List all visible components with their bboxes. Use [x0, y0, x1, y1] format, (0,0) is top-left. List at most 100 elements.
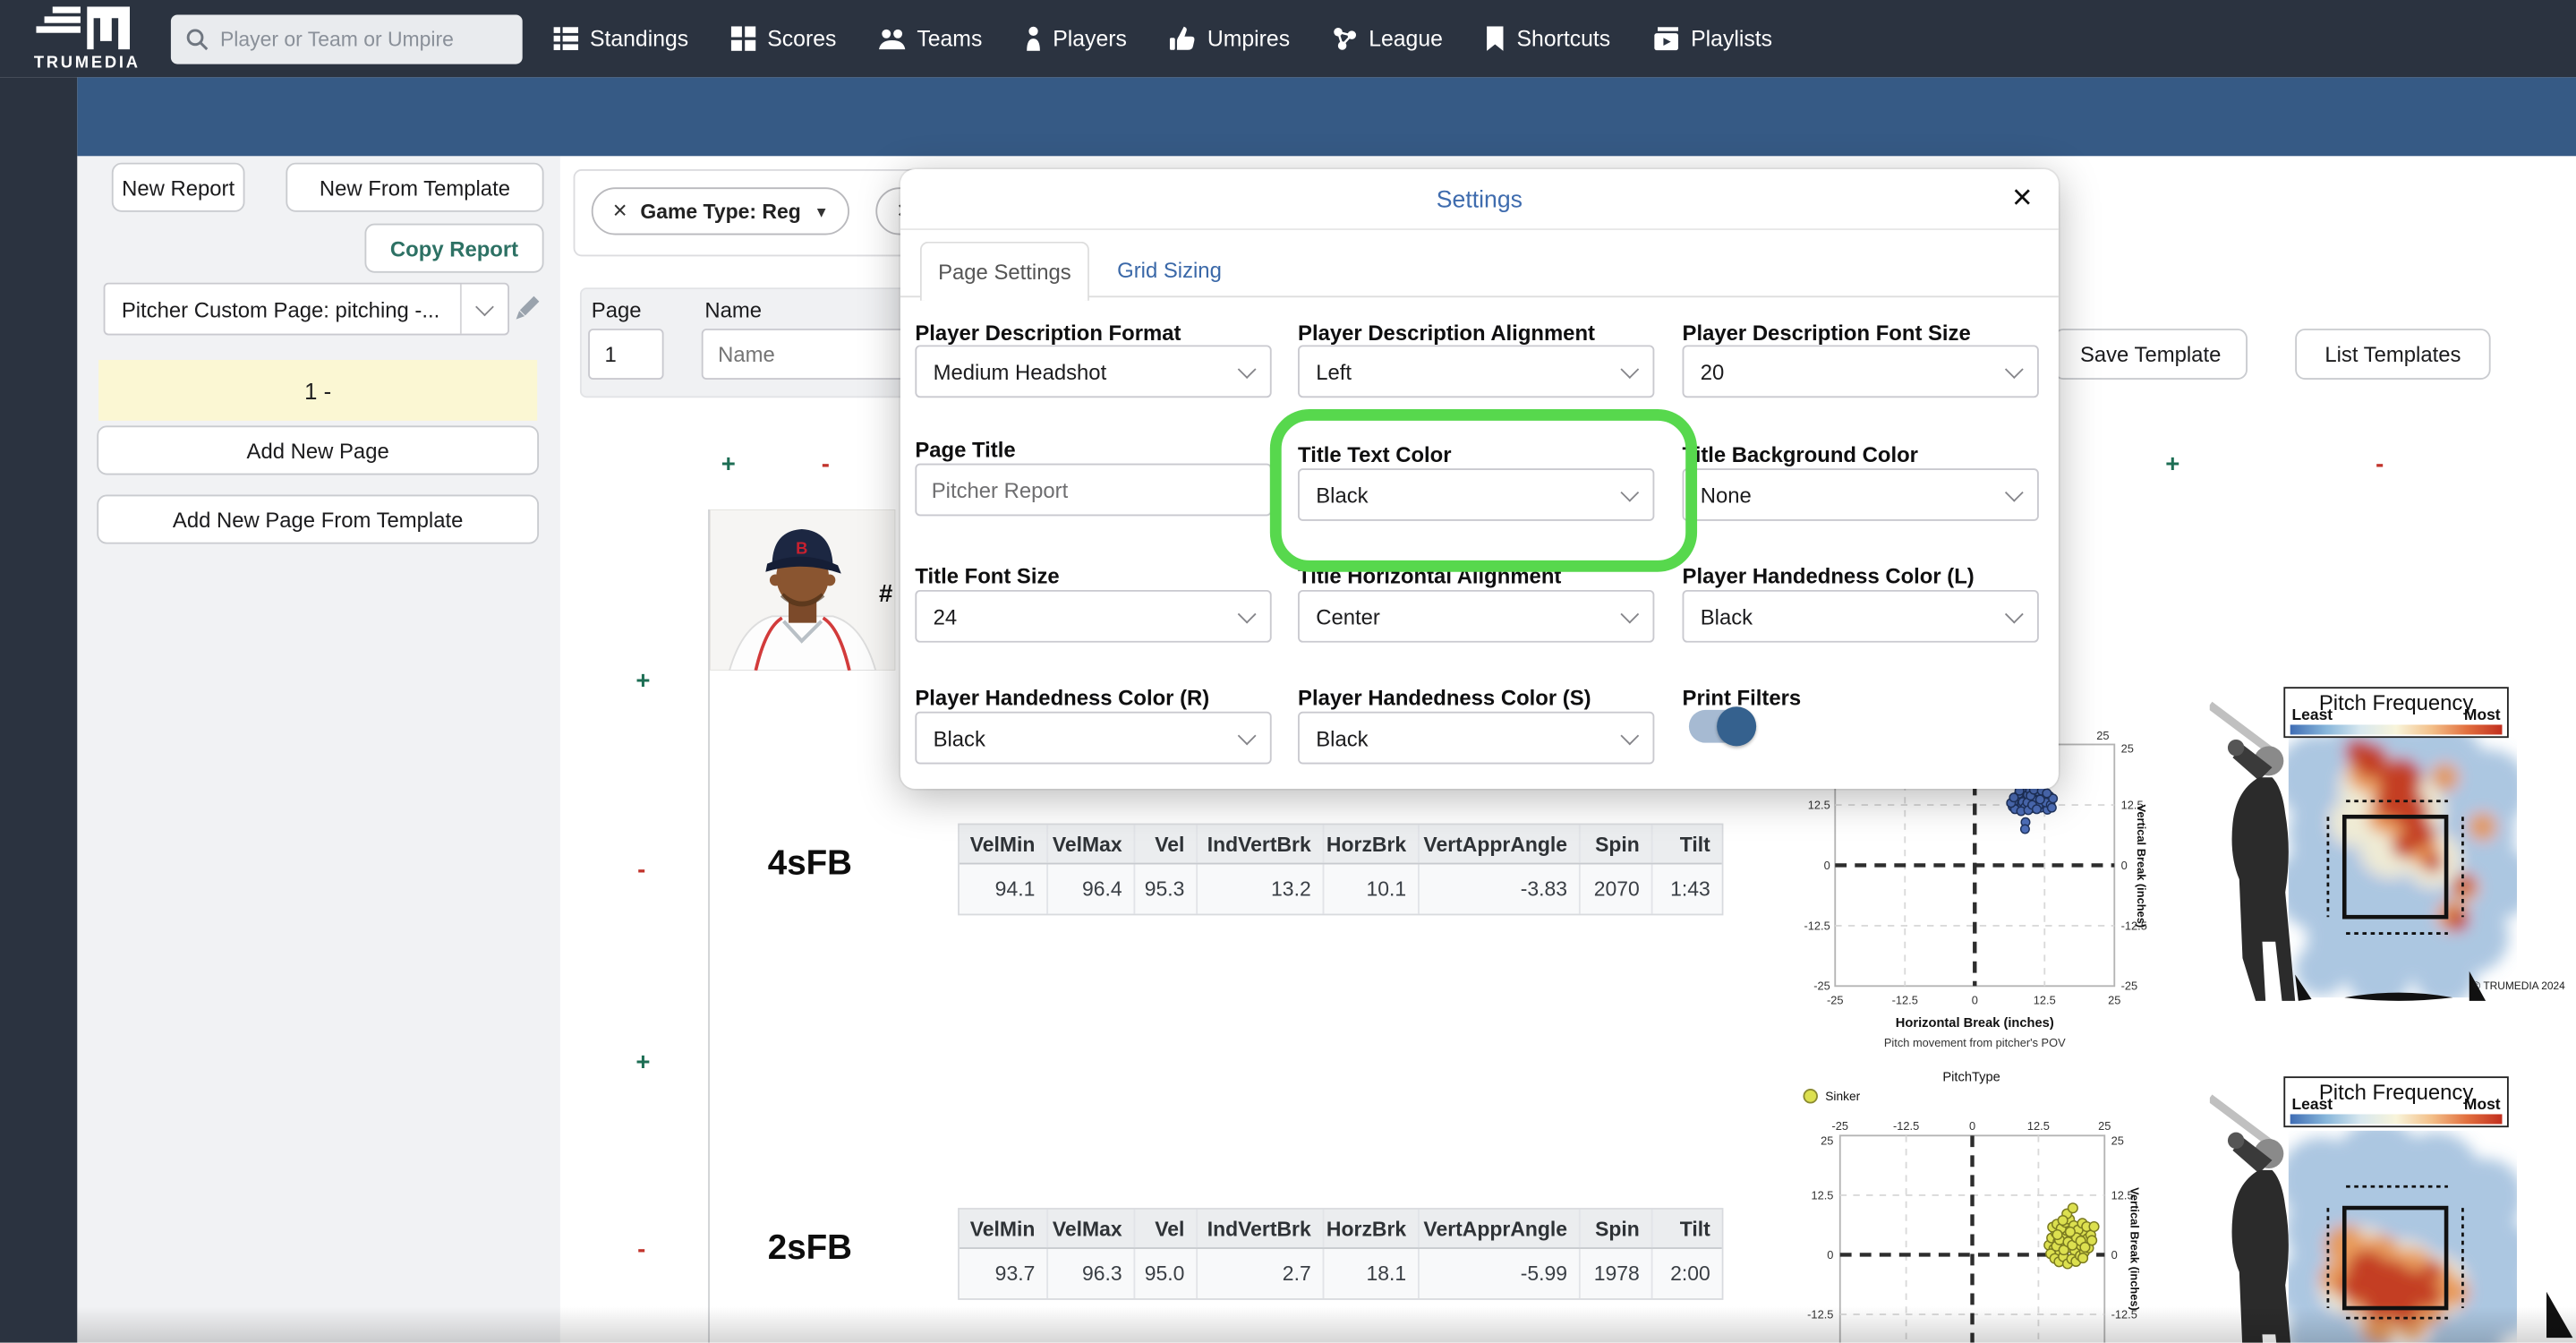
table-header-cell: Spin	[1581, 825, 1653, 863]
add-column-button[interactable]: +	[721, 450, 736, 478]
plot-caption: Pitch movement from pitcher's POV	[1884, 1036, 2066, 1049]
table-value-cell: 94.1	[960, 864, 1049, 914]
tab-grid-sizing[interactable]: Grid Sizing	[1117, 242, 1222, 297]
settings-modal: Settings × Page Settings Grid Sizing Pla…	[900, 169, 2059, 790]
print-filters-toggle[interactable]	[1688, 706, 1757, 747]
table-value-cell: 2070	[1581, 864, 1653, 914]
remove-row-button[interactable]: -	[637, 1236, 645, 1263]
tab-label: Grid Sizing	[1117, 257, 1222, 282]
player-description-font-size-select[interactable]: 20	[1682, 345, 2039, 398]
scale-min-label: Least	[2291, 706, 2333, 725]
new-report-button[interactable]: New Report	[111, 162, 245, 212]
tick-label: 25	[2096, 729, 2109, 742]
add-new-page-label: Add New Page	[246, 438, 389, 463]
table-value-cell: 18.1	[1324, 1248, 1420, 1299]
new-report-label: New Report	[122, 175, 235, 201]
table-header-cell: HorzBrk	[1324, 1209, 1420, 1248]
nav-label: Teams	[917, 26, 983, 51]
nav-item-players[interactable]: Players	[1025, 26, 1127, 51]
remove-row-button[interactable]: -	[637, 856, 645, 884]
nav-item-league[interactable]: League	[1333, 26, 1443, 51]
table-value-cell: 2:00	[1670, 1262, 1710, 1286]
global-search[interactable]: Player or Team or Umpire	[170, 13, 523, 64]
scatter-point	[2051, 1228, 2063, 1241]
nav-label: Scores	[767, 26, 837, 51]
add-row-button[interactable]: +	[635, 1048, 650, 1076]
close-icon[interactable]: ×	[2012, 179, 2033, 218]
select-value: 20	[1700, 359, 1725, 384]
standings-icon	[553, 27, 579, 50]
page-badge[interactable]: 1 -	[98, 359, 538, 421]
field-label: Player Description Format	[915, 320, 1181, 346]
tick-label: 25	[2111, 1133, 2124, 1147]
new-from-template-button[interactable]: New From Template	[286, 162, 544, 212]
report-select[interactable]: Pitcher Custom Page: pitching -...	[103, 282, 510, 336]
copy-report-button[interactable]: Copy Report	[364, 223, 544, 273]
remove-column-button[interactable]: -	[2376, 450, 2384, 478]
tick-label: 12.5	[1808, 799, 1830, 812]
chevron-down-icon	[2004, 604, 2024, 624]
list-templates-button[interactable]: List Templates	[2295, 329, 2491, 381]
scatter-point	[2086, 1235, 2098, 1246]
title-horizontal-alignment-select[interactable]: Center	[1298, 589, 1655, 643]
remove-filter-icon[interactable]: ×	[613, 197, 627, 225]
title-text-color-select[interactable]: Black	[1298, 468, 1655, 521]
add-new-page-button[interactable]: Add New Page	[97, 425, 540, 475]
nav-item-umpires[interactable]: Umpires	[1169, 26, 1290, 51]
player-description-alignment-select[interactable]: Left	[1298, 345, 1655, 398]
field-label: Player Handedness Color (R)	[915, 685, 1210, 710]
nav-item-teams[interactable]: Teams	[879, 26, 982, 51]
field-label: Title Background Color	[1682, 441, 1918, 467]
tick-label: 12.5	[2027, 1119, 2050, 1133]
table-header-cell: Vel	[1135, 825, 1198, 863]
chevron-down-icon	[1237, 604, 1257, 624]
brand-name: TRUMEDIA	[33, 53, 141, 72]
filter-chip-game-type[interactable]: × Game Type: Reg ▼	[591, 187, 850, 235]
player-handedness-color-s-select[interactable]: Black	[1298, 711, 1655, 765]
nav-label: Shortcuts	[1516, 26, 1611, 51]
trumedia-logo[interactable]: TRUMEDIA	[16, 5, 158, 72]
nav-item-standings[interactable]: Standings	[553, 26, 688, 51]
blue-header-bar	[77, 77, 2576, 157]
players-icon	[1026, 26, 1040, 51]
nav-item-playlists[interactable]: Playlists	[1653, 26, 1772, 51]
tick-label: -12.5	[1807, 1308, 1833, 1322]
add-row-button[interactable]: +	[635, 667, 650, 695]
tick-label: 25	[2121, 742, 2134, 756]
table-header-cell: VelMin	[960, 1209, 1049, 1248]
edit-pencil-icon[interactable]	[509, 293, 542, 326]
tick-label: -12.5	[1893, 1119, 1919, 1133]
page-number-input[interactable]	[588, 329, 664, 381]
modal-title: Settings	[1436, 187, 1523, 214]
select-value: Center	[1316, 603, 1380, 629]
add-column-button[interactable]: +	[2165, 450, 2179, 478]
tick-label: -12.5	[1804, 920, 1830, 933]
table-header-cell: Tilt	[1679, 832, 1710, 856]
scores-icon	[730, 26, 756, 51]
page-title-input[interactable]	[915, 463, 1272, 517]
side-rail	[0, 77, 78, 1343]
legend-label: Sinker	[1825, 1090, 1860, 1103]
x-axis-label: Horizontal Break (inches)	[1896, 1016, 2054, 1031]
page-badge-label: 1 -	[304, 377, 332, 404]
scale-min-label: Least	[2291, 1096, 2333, 1115]
nav-item-shortcuts[interactable]: Shortcuts	[1486, 26, 1611, 51]
field-label: Title Font Size	[915, 563, 1060, 589]
add-new-page-from-template-button[interactable]: Add New Page From Template	[97, 494, 540, 544]
save-template-button[interactable]: Save Template	[2053, 329, 2248, 381]
tab-page-settings[interactable]: Page Settings	[919, 241, 1089, 301]
heatmap-legend: Pitch Frequency Least Most	[2283, 687, 2509, 739]
chip-dropdown-icon[interactable]: ▼	[814, 203, 828, 219]
table-header-cell: HorzBrk	[1324, 825, 1420, 863]
playlists-icon	[1654, 27, 1679, 51]
nav-item-scores[interactable]: Scores	[730, 26, 837, 51]
player-handedness-color-l-select[interactable]: Black	[1682, 589, 2039, 643]
player-description-format-select[interactable]: Medium Headshot	[915, 345, 1272, 398]
title-background-color-select[interactable]: None	[1682, 468, 2039, 521]
player-handedness-color-r-select[interactable]: Black	[915, 711, 1272, 765]
tick-label: -25	[1813, 979, 1830, 993]
remove-column-button[interactable]: -	[822, 450, 830, 478]
scale-max-label: Most	[2463, 706, 2501, 725]
tick-label: 0	[1972, 993, 1978, 1006]
title-font-size-select[interactable]: 24	[915, 589, 1272, 643]
